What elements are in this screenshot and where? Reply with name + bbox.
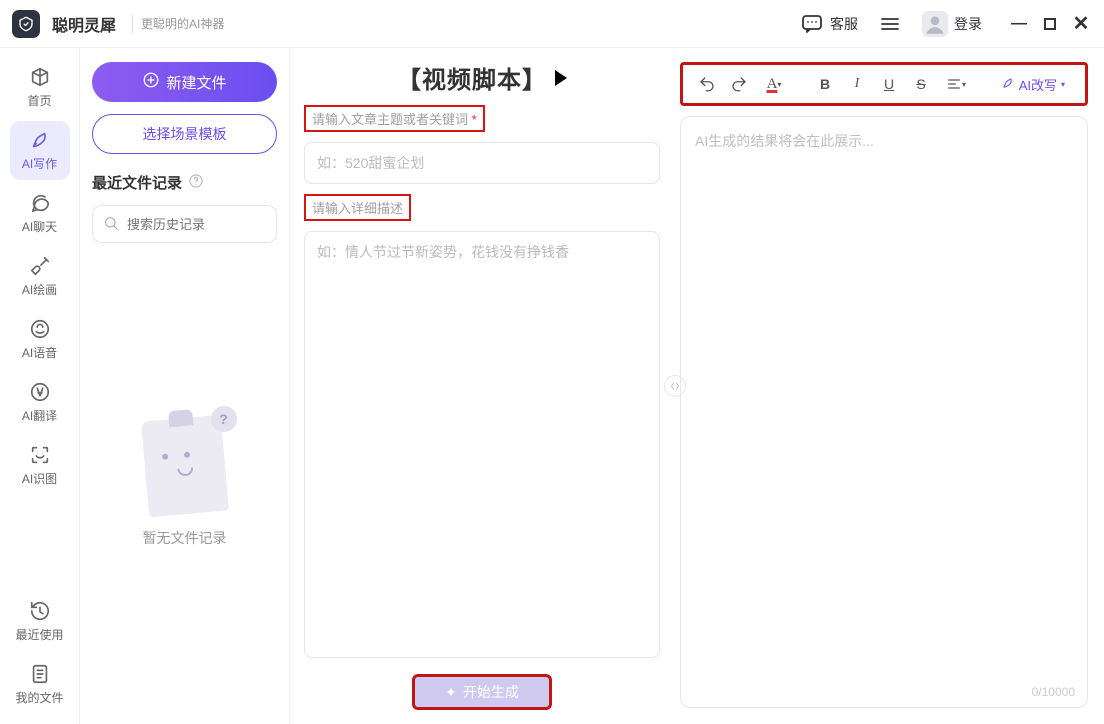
choose-template-button[interactable]: 选择场景模板 <box>92 114 277 154</box>
strikethrough-button[interactable]: S <box>907 70 935 98</box>
nav-my-files[interactable]: 我的文件 <box>10 655 70 714</box>
login-label: 登录 <box>954 14 982 34</box>
italic-button[interactable]: I <box>843 70 871 98</box>
app-title: 聪明灵犀 <box>52 12 116 36</box>
pen-icon <box>29 129 51 151</box>
underline-button[interactable]: U <box>875 70 903 98</box>
support-label: 客服 <box>830 14 858 34</box>
output-placeholder: AI生成的结果将会在此展示... <box>695 133 874 149</box>
sparkle-icon: ✦ <box>445 684 457 701</box>
nav-label: AI绘画 <box>22 281 57 298</box>
undo-button[interactable] <box>693 70 721 98</box>
translate-icon <box>29 381 51 403</box>
menu-button[interactable] <box>878 12 902 36</box>
detail-textarea[interactable]: 如：情人节过节新姿势，花钱没有挣钱香 <box>304 231 660 658</box>
nav-label: 首页 <box>27 92 51 109</box>
left-nav: 首页 AI写作 AI聊天 AI绘画 AI语音 AI翻译 AI识图 最 <box>0 48 80 724</box>
align-button[interactable]: ▾ <box>939 70 973 98</box>
search-history[interactable] <box>92 205 277 243</box>
ai-rewrite-button[interactable]: AI改写 ▾ <box>991 71 1075 98</box>
scan-icon <box>29 444 51 466</box>
editor-column: 【视频脚本】 请输入文章主题或者关键词 * 如：520甜蜜企划 请输入详细描述 … <box>290 48 674 724</box>
divider <box>132 15 133 33</box>
chat-icon <box>800 12 824 36</box>
search-icon <box>103 215 119 234</box>
nav-label: 最近使用 <box>15 626 63 643</box>
ai-rewrite-label: AI改写 <box>1019 75 1057 94</box>
login-button[interactable]: 登录 <box>922 11 982 37</box>
paint-icon <box>29 255 51 277</box>
output-column: A ▾ B I U S ▾ AI改写 ▾ AI生成的结果将会在此展示... 0/… <box>674 48 1104 724</box>
home-icon <box>29 66 51 88</box>
nav-label: 我的文件 <box>15 689 63 706</box>
question-badge-icon: ? <box>211 406 237 432</box>
nav-label: AI识图 <box>22 470 57 487</box>
plus-icon <box>142 71 160 93</box>
empty-state: ? 暂无文件记录 <box>92 255 277 710</box>
chevron-down-icon: ▾ <box>1061 80 1065 89</box>
nav-ai-chat[interactable]: AI聊天 <box>10 184 70 243</box>
new-file-label: 新建文件 <box>166 72 226 93</box>
bold-button[interactable]: B <box>811 70 839 98</box>
nav-ai-translate[interactable]: AI翻译 <box>10 373 70 432</box>
search-input[interactable] <box>127 217 303 232</box>
chat-icon <box>29 192 51 214</box>
text-toolbar: A ▾ B I U S ▾ AI改写 ▾ <box>680 62 1088 106</box>
recent-files-label: 最近文件记录 <box>92 172 277 193</box>
leaf-icon <box>1001 76 1015 93</box>
support-button[interactable]: 客服 <box>800 12 858 36</box>
nav-ai-voice[interactable]: AI语音 <box>10 310 70 369</box>
choose-template-label: 选择场景模板 <box>143 124 227 144</box>
window-close[interactable]: ✕ <box>1070 11 1092 36</box>
empty-text: 暂无文件记录 <box>143 528 227 548</box>
nav-home[interactable]: 首页 <box>10 58 70 117</box>
page-title: 【视频脚本】 <box>397 60 547 95</box>
topic-input[interactable]: 如：520甜蜜企划 <box>304 142 660 184</box>
char-count: 0/10000 <box>1032 685 1075 699</box>
app-logo <box>12 10 40 38</box>
output-area[interactable]: AI生成的结果将会在此展示... 0/10000 <box>680 116 1088 708</box>
nav-label: AI翻译 <box>22 407 57 424</box>
font-color-button[interactable]: A ▾ <box>757 70 791 98</box>
nav-label: AI聊天 <box>22 218 57 235</box>
titlebar: 聪明灵犀 更聪明的AI神器 客服 登录 — ✕ <box>0 0 1104 48</box>
detail-label: 请输入详细描述 <box>304 194 411 221</box>
nav-ai-writing[interactable]: AI写作 <box>10 121 70 180</box>
avatar-icon <box>922 11 948 37</box>
nav-ai-scan[interactable]: AI识图 <box>10 436 70 495</box>
nav-label: AI写作 <box>22 155 57 172</box>
clipboard-illustration <box>140 414 228 517</box>
new-file-button[interactable]: 新建文件 <box>92 62 277 102</box>
window-minimize[interactable]: — <box>1008 15 1030 33</box>
redo-button[interactable] <box>725 70 753 98</box>
help-icon[interactable] <box>188 173 204 193</box>
doc-icon <box>29 663 51 685</box>
generate-button[interactable]: ✦ 开始生成 <box>412 674 552 710</box>
voice-icon <box>29 318 51 340</box>
topic-label: 请输入文章主题或者关键词 * <box>304 105 485 132</box>
file-panel: 新建文件 选择场景模板 最近文件记录 ? 暂无文件记录 <box>80 48 290 724</box>
nav-ai-paint[interactable]: AI绘画 <box>10 247 70 306</box>
generate-label: 开始生成 <box>463 682 519 702</box>
nav-recent[interactable]: 最近使用 <box>10 592 70 651</box>
app-subtitle: 更聪明的AI神器 <box>141 15 224 32</box>
history-icon <box>29 600 51 622</box>
window-maximize[interactable] <box>1044 18 1056 30</box>
nav-label: AI语音 <box>22 344 57 361</box>
play-icon[interactable] <box>555 70 567 86</box>
